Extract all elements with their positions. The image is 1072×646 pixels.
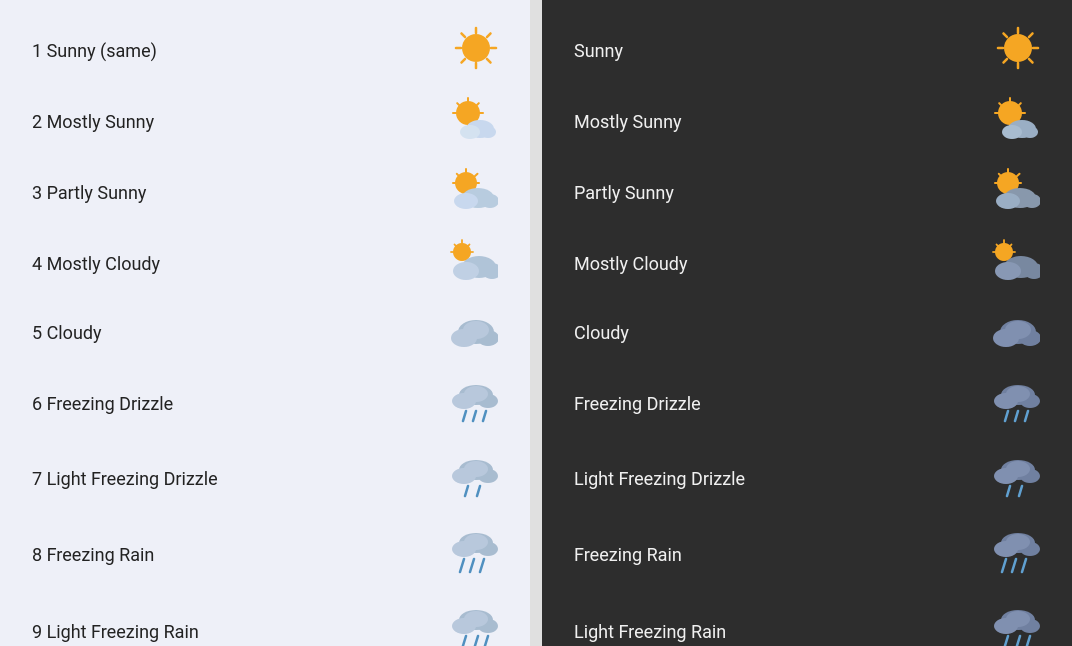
- list-item: 7 Light Freezing Drizzle: [24, 442, 506, 517]
- light-panel: 1 Sunny (same) 2 Mostly Sunny 3 Partly Sun…: [0, 0, 530, 646]
- weather-label: Sunny: [574, 41, 623, 62]
- dark-panel: Sunny Mostly Sunny Partly Sunny Mostly Clou…: [542, 0, 1072, 646]
- weather-label: 3 Partly Sunny: [32, 183, 146, 204]
- list-item: Sunny: [566, 16, 1048, 87]
- list-item: Mostly Cloudy: [566, 229, 1048, 300]
- weather-label: 4 Mostly Cloudy: [32, 254, 160, 275]
- weather-label: Freezing Rain: [574, 545, 682, 566]
- weather-icon: [448, 26, 498, 77]
- list-item: 8 Freezing Rain: [24, 517, 506, 594]
- weather-icon: [990, 310, 1040, 357]
- list-item: Freezing Rain: [566, 517, 1048, 594]
- weather-icon: [990, 377, 1040, 432]
- weather-label: 2 Mostly Sunny: [32, 112, 154, 133]
- list-item: 1 Sunny (same): [24, 16, 506, 87]
- panel-divider: [530, 0, 542, 646]
- list-item: 3 Partly Sunny: [24, 158, 506, 229]
- list-item: 4 Mostly Cloudy: [24, 229, 506, 300]
- weather-icon: [990, 97, 1040, 148]
- weather-label: 6 Freezing Drizzle: [32, 394, 173, 415]
- weather-label: 7 Light Freezing Drizzle: [32, 469, 218, 490]
- weather-icon: [448, 452, 498, 507]
- weather-icon: [990, 452, 1040, 507]
- weather-icon: [990, 527, 1040, 584]
- weather-label: Partly Sunny: [574, 183, 674, 204]
- weather-label: Mostly Cloudy: [574, 254, 687, 275]
- list-item: Light Freezing Rain: [566, 594, 1048, 646]
- weather-icon: [448, 377, 498, 432]
- weather-icon: [990, 26, 1040, 77]
- weather-icon: [448, 239, 498, 290]
- list-item: Light Freezing Drizzle: [566, 442, 1048, 517]
- weather-icon: [990, 168, 1040, 219]
- weather-label: Light Freezing Rain: [574, 622, 726, 643]
- weather-icon: [448, 168, 498, 219]
- weather-icon: [448, 310, 498, 357]
- list-item: Partly Sunny: [566, 158, 1048, 229]
- weather-label: Mostly Sunny: [574, 112, 682, 133]
- weather-icon: [990, 239, 1040, 290]
- list-item: 9 Light Freezing Rain: [24, 594, 506, 646]
- weather-label: Freezing Drizzle: [574, 394, 701, 415]
- weather-label: Light Freezing Drizzle: [574, 469, 745, 490]
- list-item: Mostly Sunny: [566, 87, 1048, 158]
- weather-label: Cloudy: [574, 323, 629, 344]
- weather-icon: [448, 527, 498, 584]
- list-item: 2 Mostly Sunny: [24, 87, 506, 158]
- weather-label: 1 Sunny (same): [32, 41, 157, 62]
- list-item: Freezing Drizzle: [566, 367, 1048, 442]
- weather-icon: [448, 97, 498, 148]
- list-item: 5 Cloudy: [24, 300, 506, 367]
- weather-icon: [990, 604, 1040, 646]
- weather-label: 8 Freezing Rain: [32, 545, 154, 566]
- weather-label: 5 Cloudy: [32, 323, 102, 344]
- weather-label: 9 Light Freezing Rain: [32, 622, 199, 643]
- list-item: 6 Freezing Drizzle: [24, 367, 506, 442]
- list-item: Cloudy: [566, 300, 1048, 367]
- weather-icon: [448, 604, 498, 646]
